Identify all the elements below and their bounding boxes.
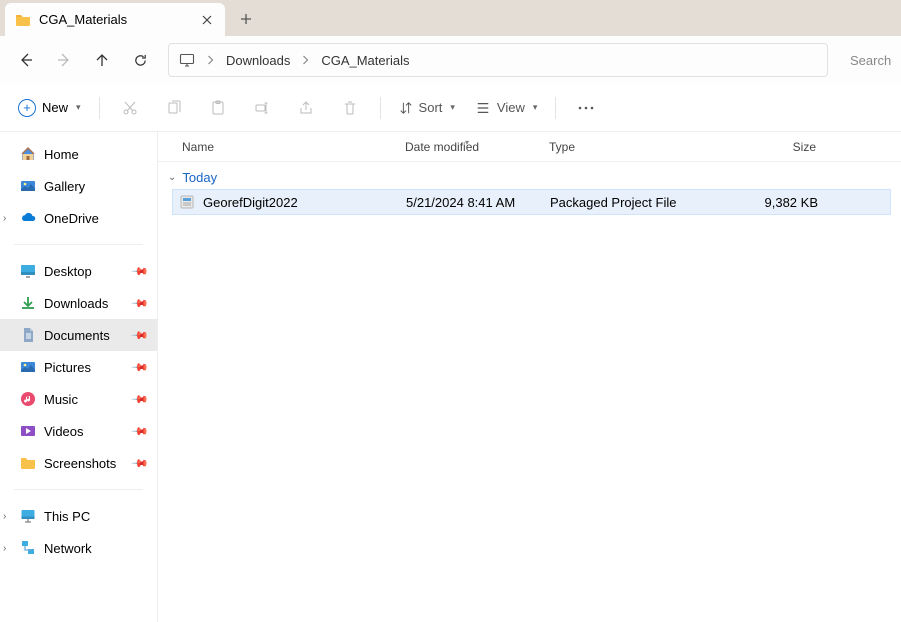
folder-icon <box>20 455 36 471</box>
rename-button[interactable] <box>242 91 282 125</box>
pin-icon: 📌 <box>131 294 150 313</box>
file-type: Packaged Project File <box>550 195 750 210</box>
folder-icon <box>15 12 31 28</box>
cut-button[interactable] <box>110 91 150 125</box>
videos-icon <box>20 423 36 439</box>
sidebar-item-home[interactable]: Home <box>0 138 157 170</box>
file-size: 9,382 KB <box>750 195 830 210</box>
new-button[interactable]: + New ▾ <box>10 91 89 125</box>
file-name: GeorefDigit2022 <box>203 195 298 210</box>
column-size[interactable]: Size <box>749 140 829 154</box>
documents-icon <box>20 327 36 343</box>
sidebar: Home Gallery › OneDrive Desktop 📌 Downlo… <box>0 132 158 622</box>
more-button[interactable] <box>566 91 606 125</box>
pin-icon: 📌 <box>131 262 150 281</box>
breadcrumb-downloads[interactable]: Downloads <box>226 53 290 68</box>
plus-circle-icon: + <box>18 99 36 117</box>
sidebar-item-documents[interactable]: Documents 📌 <box>0 319 157 351</box>
music-icon <box>20 391 36 407</box>
pin-icon: 📌 <box>131 390 150 409</box>
sort-indicator-icon: ▾ <box>465 138 469 147</box>
back-button[interactable] <box>8 42 44 78</box>
close-icon[interactable] <box>199 12 215 28</box>
group-header-today[interactable]: ⌄ Today <box>158 162 901 189</box>
monitor-icon <box>179 52 195 68</box>
downloads-icon <box>20 295 36 311</box>
share-button[interactable] <box>286 91 326 125</box>
sidebar-item-onedrive[interactable]: › OneDrive <box>0 202 157 234</box>
pictures-icon <box>20 359 36 375</box>
pin-icon: 📌 <box>131 454 150 473</box>
chevron-down-icon: ▾ <box>76 102 81 113</box>
thispc-icon <box>20 508 36 524</box>
nav-bar: Downloads CGA_Materials Search <box>0 36 901 84</box>
delete-button[interactable] <box>330 91 370 125</box>
column-date[interactable]: Date modified ▾ <box>405 140 549 154</box>
file-date: 5/21/2024 8:41 AM <box>406 195 550 210</box>
address-bar[interactable]: Downloads CGA_Materials <box>168 43 828 77</box>
pin-icon: 📌 <box>131 358 150 377</box>
sidebar-item-gallery[interactable]: Gallery <box>0 170 157 202</box>
sidebar-item-network[interactable]: › Network <box>0 532 157 564</box>
chevron-right-icon[interactable]: › <box>3 511 6 522</box>
column-name[interactable]: Name <box>158 140 405 154</box>
forward-button[interactable] <box>46 42 82 78</box>
column-headers: Name Date modified ▾ Type Size <box>158 132 901 162</box>
pin-icon: 📌 <box>131 326 150 345</box>
sidebar-item-pictures[interactable]: Pictures 📌 <box>0 351 157 383</box>
column-type[interactable]: Type <box>549 140 749 154</box>
toolbar: + New ▾ Sort ▾ View ▾ <box>0 84 901 132</box>
file-list: Name Date modified ▾ Type Size ⌄ Today G… <box>158 132 901 622</box>
chevron-right-icon[interactable]: › <box>3 213 6 224</box>
tab-title: CGA_Materials <box>39 12 127 27</box>
sidebar-item-videos[interactable]: Videos 📌 <box>0 415 157 447</box>
search-input[interactable]: Search <box>838 43 893 77</box>
pin-icon: 📌 <box>131 422 150 441</box>
paste-button[interactable] <box>198 91 238 125</box>
copy-button[interactable] <box>154 91 194 125</box>
sidebar-item-downloads[interactable]: Downloads 📌 <box>0 287 157 319</box>
up-button[interactable] <box>84 42 120 78</box>
tab-active[interactable]: CGA_Materials <box>5 3 225 36</box>
view-button[interactable]: View ▾ <box>467 91 545 125</box>
new-tab-button[interactable] <box>231 4 261 34</box>
chevron-down-icon: ▾ <box>450 102 455 113</box>
sort-button[interactable]: Sort ▾ <box>391 91 463 125</box>
network-icon <box>20 540 36 556</box>
chevron-down-icon: ⌄ <box>168 172 176 183</box>
gallery-icon <box>20 178 36 194</box>
sidebar-item-desktop[interactable]: Desktop 📌 <box>0 255 157 287</box>
sidebar-item-thispc[interactable]: › This PC <box>0 500 157 532</box>
sidebar-item-music[interactable]: Music 📌 <box>0 383 157 415</box>
refresh-button[interactable] <box>122 42 158 78</box>
chevron-right-icon[interactable] <box>296 55 315 65</box>
chevron-right-icon[interactable]: › <box>3 543 6 554</box>
package-file-icon <box>179 194 195 210</box>
sidebar-item-screenshots[interactable]: Screenshots 📌 <box>0 447 157 479</box>
desktop-icon <box>20 263 36 279</box>
chevron-right-icon[interactable] <box>201 55 220 65</box>
tab-bar: CGA_Materials <box>0 0 901 36</box>
breadcrumb-current[interactable]: CGA_Materials <box>321 53 409 68</box>
onedrive-icon <box>20 210 36 226</box>
file-row[interactable]: GeorefDigit2022 5/21/2024 8:41 AM Packag… <box>172 189 891 215</box>
chevron-down-icon: ▾ <box>533 102 538 113</box>
home-icon <box>20 146 36 162</box>
